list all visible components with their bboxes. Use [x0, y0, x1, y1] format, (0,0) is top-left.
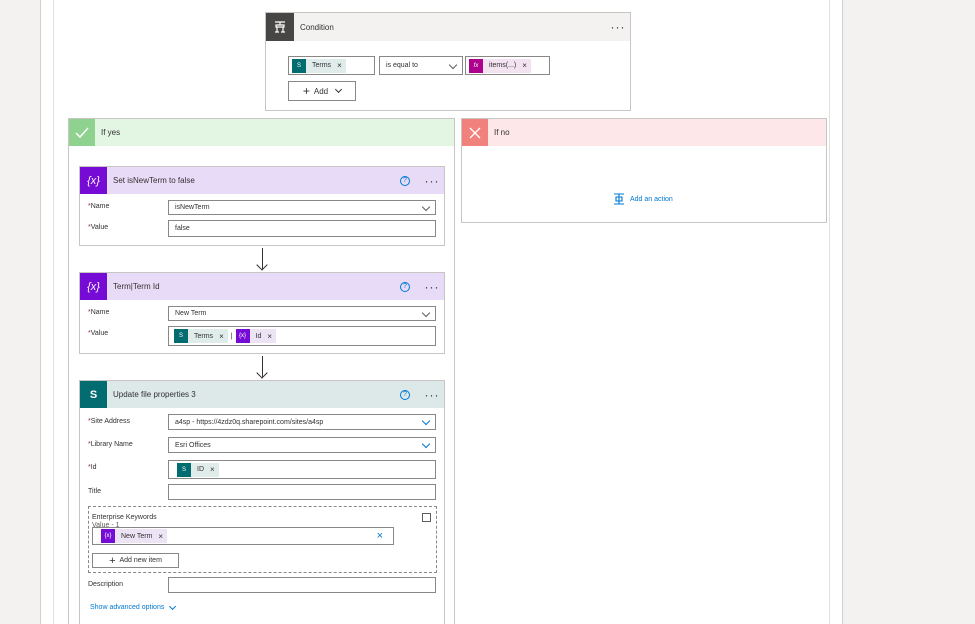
update-file-card: S Update file properties 3 ? ··· *Site A…	[79, 380, 445, 624]
scope-border-right-inner	[829, 0, 830, 624]
condition-operator-select[interactable]: is equal to	[379, 56, 463, 75]
condition-title: Condition	[300, 22, 334, 32]
terms-token[interactable]: S Terms ×	[174, 329, 228, 343]
chevron-down-icon	[169, 602, 177, 610]
remove-token-icon[interactable]: ×	[219, 332, 224, 341]
set-variable-card: {x} Set isNewTerm to false ? ··· *Name i…	[79, 166, 445, 246]
if-yes-header[interactable]: If yes	[69, 119, 454, 146]
term-variable-card: {x} Term|Term Id ? ··· *Name New Term *V…	[79, 272, 445, 354]
chevron-down-icon	[448, 60, 458, 70]
site-address-select[interactable]: a4sp - https://4zdz0q.sharepoint.com/sit…	[168, 414, 436, 430]
condition-left-operand[interactable]: S Terms ×	[288, 56, 375, 75]
canvas-margin-left	[0, 0, 40, 624]
variable-value-input[interactable]: S Terms × | {x} Id ×	[168, 326, 436, 346]
name-label: *Name	[88, 309, 110, 316]
variable-name-select[interactable]: isNewTerm	[168, 200, 436, 215]
chevron-down-icon	[421, 308, 431, 318]
id-token[interactable]: {x} Id ×	[235, 329, 277, 343]
sharepoint-icon: S	[292, 58, 306, 73]
help-icon[interactable]: ?	[400, 389, 410, 400]
if-yes-title: If yes	[101, 128, 121, 137]
more-options-icon[interactable]: ···	[420, 281, 444, 293]
enterprise-keywords-group: Enterprise Keywords Value - 1 {x} New Te…	[88, 506, 437, 573]
variable-icon: {x}	[101, 529, 115, 543]
add-action-icon	[614, 193, 624, 205]
remove-token-icon[interactable]: ×	[158, 532, 163, 541]
if-no-header[interactable]: If no	[462, 119, 826, 146]
update-file-title: Update file properties 3	[113, 390, 196, 399]
title-input[interactable]	[168, 484, 436, 500]
keywords-value-input[interactable]: {x} New Term × ×	[92, 527, 394, 545]
sharepoint-icon: S	[174, 329, 188, 343]
plus-icon: +	[302, 84, 310, 98]
library-name-select[interactable]: Esri Offices	[168, 437, 436, 453]
value-label: *Value	[88, 224, 109, 231]
enterprise-keywords-label: Enterprise Keywords	[92, 514, 157, 521]
variable-icon: {x}	[235, 329, 250, 343]
title-label: Title	[88, 488, 101, 495]
name-label: *Name	[88, 203, 110, 210]
sharepoint-icon: S	[80, 381, 107, 408]
term-variable-title: Term|Term Id	[113, 282, 160, 291]
help-icon[interactable]: ?	[400, 175, 410, 186]
fx-icon: fx	[469, 58, 483, 73]
close-icon	[462, 119, 488, 146]
description-input[interactable]	[168, 577, 436, 593]
help-icon[interactable]: ?	[400, 281, 410, 292]
separator: |	[230, 332, 233, 340]
id-label: *Id	[88, 464, 97, 471]
id-input[interactable]: S ID ×	[168, 460, 436, 479]
variable-icon: {x}	[80, 273, 107, 300]
plus-icon: +	[109, 554, 116, 567]
update-file-header[interactable]: S Update file properties 3 ? ···	[80, 381, 444, 408]
chevron-down-icon	[421, 439, 431, 449]
term-variable-header[interactable]: {x} Term|Term Id ? ···	[80, 273, 444, 300]
library-name-label: *Library Name	[88, 441, 133, 448]
condition-right-operand[interactable]: fx items(...) ×	[465, 56, 550, 75]
more-options-icon[interactable]: ···	[420, 389, 444, 401]
terms-token[interactable]: S Terms ×	[292, 58, 346, 73]
scope-border-left-inner	[53, 0, 54, 624]
remove-token-icon[interactable]: ×	[210, 465, 215, 474]
remove-token-icon[interactable]: ×	[267, 332, 272, 341]
variable-value-input[interactable]: false	[168, 220, 436, 237]
add-action-link[interactable]: Add an action	[613, 193, 673, 205]
set-variable-title: Set isNewTerm to false	[113, 176, 195, 185]
copy-icon[interactable]	[422, 513, 431, 522]
if-no-branch: If no Add an action	[461, 118, 827, 223]
expression-token[interactable]: fx items(...) ×	[469, 58, 531, 73]
variable-icon: {x}	[80, 167, 107, 194]
scope-border-right	[842, 0, 843, 624]
remove-token-icon[interactable]: ×	[337, 61, 342, 70]
sharepoint-icon: S	[177, 462, 191, 477]
condition-header[interactable]: Condition ···	[266, 13, 630, 41]
chevron-down-icon	[421, 202, 431, 212]
canvas-margin-right	[843, 0, 975, 624]
more-options-icon[interactable]: ···	[420, 175, 444, 187]
condition-more-icon[interactable]: ···	[606, 21, 630, 33]
variable-name-select[interactable]: New Term	[168, 306, 436, 321]
add-new-item-button[interactable]: + Add new item	[92, 553, 179, 568]
chevron-down-icon	[335, 85, 343, 94]
new-term-token[interactable]: {x} New Term ×	[101, 529, 168, 543]
if-no-title: If no	[494, 128, 510, 137]
condition-icon	[266, 13, 294, 41]
scope-border-left	[40, 0, 41, 624]
description-label: Description	[88, 581, 124, 588]
set-variable-header[interactable]: {x} Set isNewTerm to false ? ···	[80, 167, 444, 194]
site-address-label: *Site Address	[88, 418, 131, 425]
show-advanced-options-link[interactable]: Show advanced options	[90, 602, 177, 611]
checkmark-icon	[69, 119, 95, 146]
clear-icon[interactable]: ×	[377, 530, 383, 542]
chevron-down-icon	[421, 416, 431, 426]
id-token[interactable]: S ID ×	[177, 462, 219, 477]
condition-card: Condition ··· S Terms × is equal to fx i…	[265, 12, 631, 111]
condition-add-button[interactable]: + Add	[288, 81, 356, 101]
value-label: *Value	[88, 330, 109, 337]
remove-token-icon[interactable]: ×	[522, 61, 527, 70]
